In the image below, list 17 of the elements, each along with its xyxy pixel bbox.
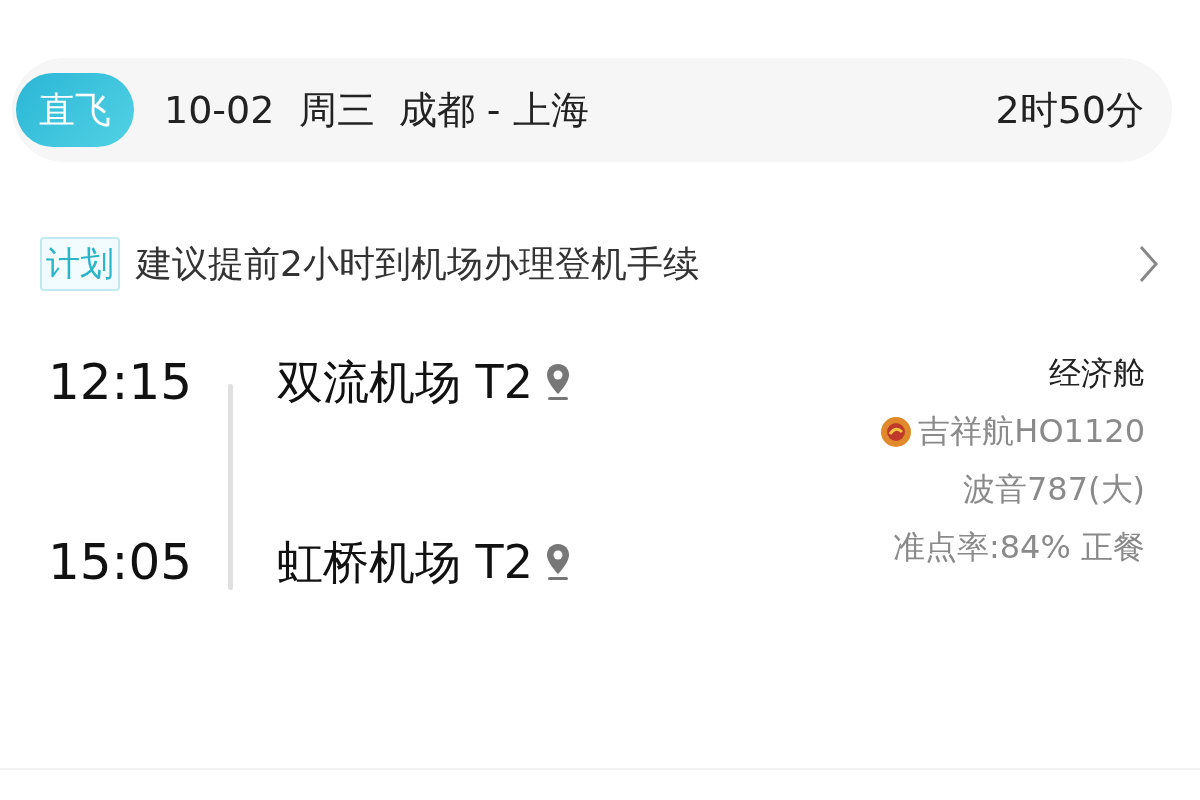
punctuality-meal: 准点率:84% 正餐: [892, 527, 1145, 568]
check-in-notice[interactable]: 建议提前2小时到机场办理登机手续: [136, 239, 1138, 289]
airport-name: 双流机场 T2: [277, 354, 533, 411]
aircraft-type: 波音787(大): [962, 469, 1145, 510]
direct-flight-badge: 直飞: [16, 73, 134, 147]
flight-duration: 2时50分: [995, 86, 1144, 134]
cabin-class: 经济舱: [1049, 353, 1145, 394]
location-pin-icon[interactable]: [545, 363, 571, 401]
plan-tag: 计划: [40, 237, 120, 291]
flight-time: 12:15: [48, 352, 194, 412]
flight-time: 15:05: [48, 532, 194, 592]
chevron-right-icon[interactable]: [1138, 244, 1160, 284]
flight-number: 吉祥航HO1120: [918, 411, 1145, 452]
airport-name: 虹桥机场 T2: [277, 534, 533, 591]
flight-date-route: 10-02 周三 成都 - 上海: [164, 86, 590, 134]
location-pin-icon[interactable]: [545, 543, 571, 581]
airline-logo-icon: [880, 416, 913, 448]
